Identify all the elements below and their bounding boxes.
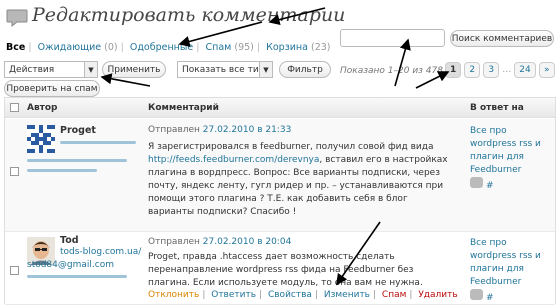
feed-link[interactable]: http://feeds.feedburner.com/derevnya — [148, 155, 319, 165]
search-comments-button[interactable]: Поиск комментариев — [450, 30, 554, 47]
row-checkbox[interactable] — [10, 167, 19, 176]
table-row: Proget Отправлен 27.02.2010 в 21:33 Я за… — [5, 119, 555, 232]
bulk-actions-value: Действия — [9, 64, 55, 75]
page-ellipsis: … — [502, 65, 512, 75]
post-permalink[interactable]: # — [486, 181, 494, 191]
submitted-label: Отправлен — [148, 125, 200, 135]
filter-pending-count: (0) — [104, 42, 118, 53]
post-permalink[interactable]: # — [486, 293, 494, 303]
redacted-author-ip — [27, 275, 127, 278]
column-comment: Комментарий — [148, 103, 219, 113]
filter-spam-count: (95) — [234, 42, 254, 53]
page-title: Редактировать комментарии — [32, 4, 346, 26]
comments-table: Автор Комментарий В ответ на Proget Отпр… — [4, 97, 556, 305]
page-2[interactable]: 2 — [464, 62, 481, 78]
status-filter-list: Все | Ожидающие (0) | Одобренные | Спам (95… — [6, 42, 331, 53]
table-header: Автор Комментарий В ответ на — [5, 98, 555, 118]
edit-link[interactable]: Изменить — [324, 290, 370, 300]
row-checkbox[interactable] — [10, 266, 19, 275]
in-response-to: Все про wordpress rss и плагин для Feedb… — [470, 125, 550, 193]
check-spam-button[interactable]: Проверить на спам — [4, 80, 100, 97]
in-response-to: Все про wordpress rss и плагин для Feedb… — [470, 237, 550, 305]
redacted-author-email — [27, 159, 127, 162]
comment-text-part: Я зарегистрировался в feedburner, получи… — [148, 142, 434, 152]
apply-button[interactable]: Применить — [102, 61, 166, 78]
page-1: 1 — [445, 62, 462, 78]
unapprove-link[interactable]: Отклонить — [148, 290, 199, 300]
displaying-count: Показано 1–20 из 478 — [340, 66, 443, 76]
comment-date-link[interactable]: 27.02.2010 в 21:33 — [203, 125, 292, 135]
table-row: Tod tods-blog.com.ua/ stod84@gmail.com О… — [5, 233, 555, 305]
comment-date-link[interactable]: 27.02.2010 в 20:04 — [203, 237, 292, 247]
comment-author-name[interactable]: Tod — [60, 235, 79, 246]
reply-link[interactable]: Ответить — [211, 290, 256, 300]
avatar — [27, 125, 55, 153]
quick-edit-link[interactable]: Свойства — [268, 290, 312, 300]
page-3[interactable]: 3 — [483, 62, 500, 78]
delete-link[interactable]: Удалить — [418, 290, 457, 300]
select-all-checkbox[interactable] — [10, 103, 19, 112]
filter-pending[interactable]: Ожидающие — [38, 42, 102, 53]
next-page-button[interactable]: » — [538, 62, 555, 78]
bulk-actions-select[interactable]: Действия ▼ — [4, 61, 98, 78]
row-actions: Отклонить | Ответить | Свойства | Изменить |… — [148, 290, 458, 300]
search-input[interactable] — [340, 29, 445, 47]
page-24[interactable]: 24 — [514, 62, 536, 78]
filter-trash[interactable]: Корзина — [266, 42, 308, 53]
author-url-link[interactable]: tods-blog.com.ua/ — [60, 247, 141, 257]
filter-button[interactable]: Фильтр — [279, 61, 331, 78]
spam-link[interactable]: Спам — [382, 290, 406, 300]
redacted-author-ip — [27, 169, 97, 172]
comment-submitted: Отправлен 27.02.2010 в 20:04 — [148, 237, 291, 247]
post-link[interactable]: Все про wordpress rss и плагин для Feedb… — [470, 126, 541, 175]
comment-type-select[interactable]: Показать все типы ▼ — [177, 61, 273, 78]
column-author: Автор — [27, 103, 58, 113]
post-link[interactable]: Все про wordpress rss и плагин для Feedb… — [470, 238, 541, 287]
comment-submitted: Отправлен 27.02.2010 в 21:33 — [148, 125, 291, 135]
comments-icon — [6, 9, 28, 28]
filter-approved[interactable]: Одобренные — [130, 42, 193, 53]
comment-count-bubble-icon[interactable] — [470, 289, 483, 300]
submitted-label: Отправлен — [148, 237, 200, 247]
comment-author-name[interactable]: Proget — [60, 125, 96, 136]
filter-all[interactable]: Все — [6, 42, 25, 53]
arrow-to-bulk-actions — [100, 73, 151, 87]
column-response: В ответ на — [470, 103, 524, 113]
filter-spam[interactable]: Спам — [205, 42, 231, 53]
author-email-link[interactable]: stod84@gmail.com — [27, 260, 114, 270]
comment-count-bubble-icon[interactable] — [470, 177, 483, 188]
redacted-author-url — [60, 141, 136, 144]
comment-text: Proget, правда .htaccess дает возможност… — [148, 252, 423, 288]
filter-trash-count: (23) — [311, 42, 331, 53]
chevron-down-icon: ▼ — [84, 62, 97, 77]
comment-text: Я зарегистрировался в feedburner, получи… — [148, 141, 448, 219]
chevron-down-icon: ▼ — [259, 62, 272, 77]
pagination: 1 2 3 … 24 » — [445, 62, 555, 78]
